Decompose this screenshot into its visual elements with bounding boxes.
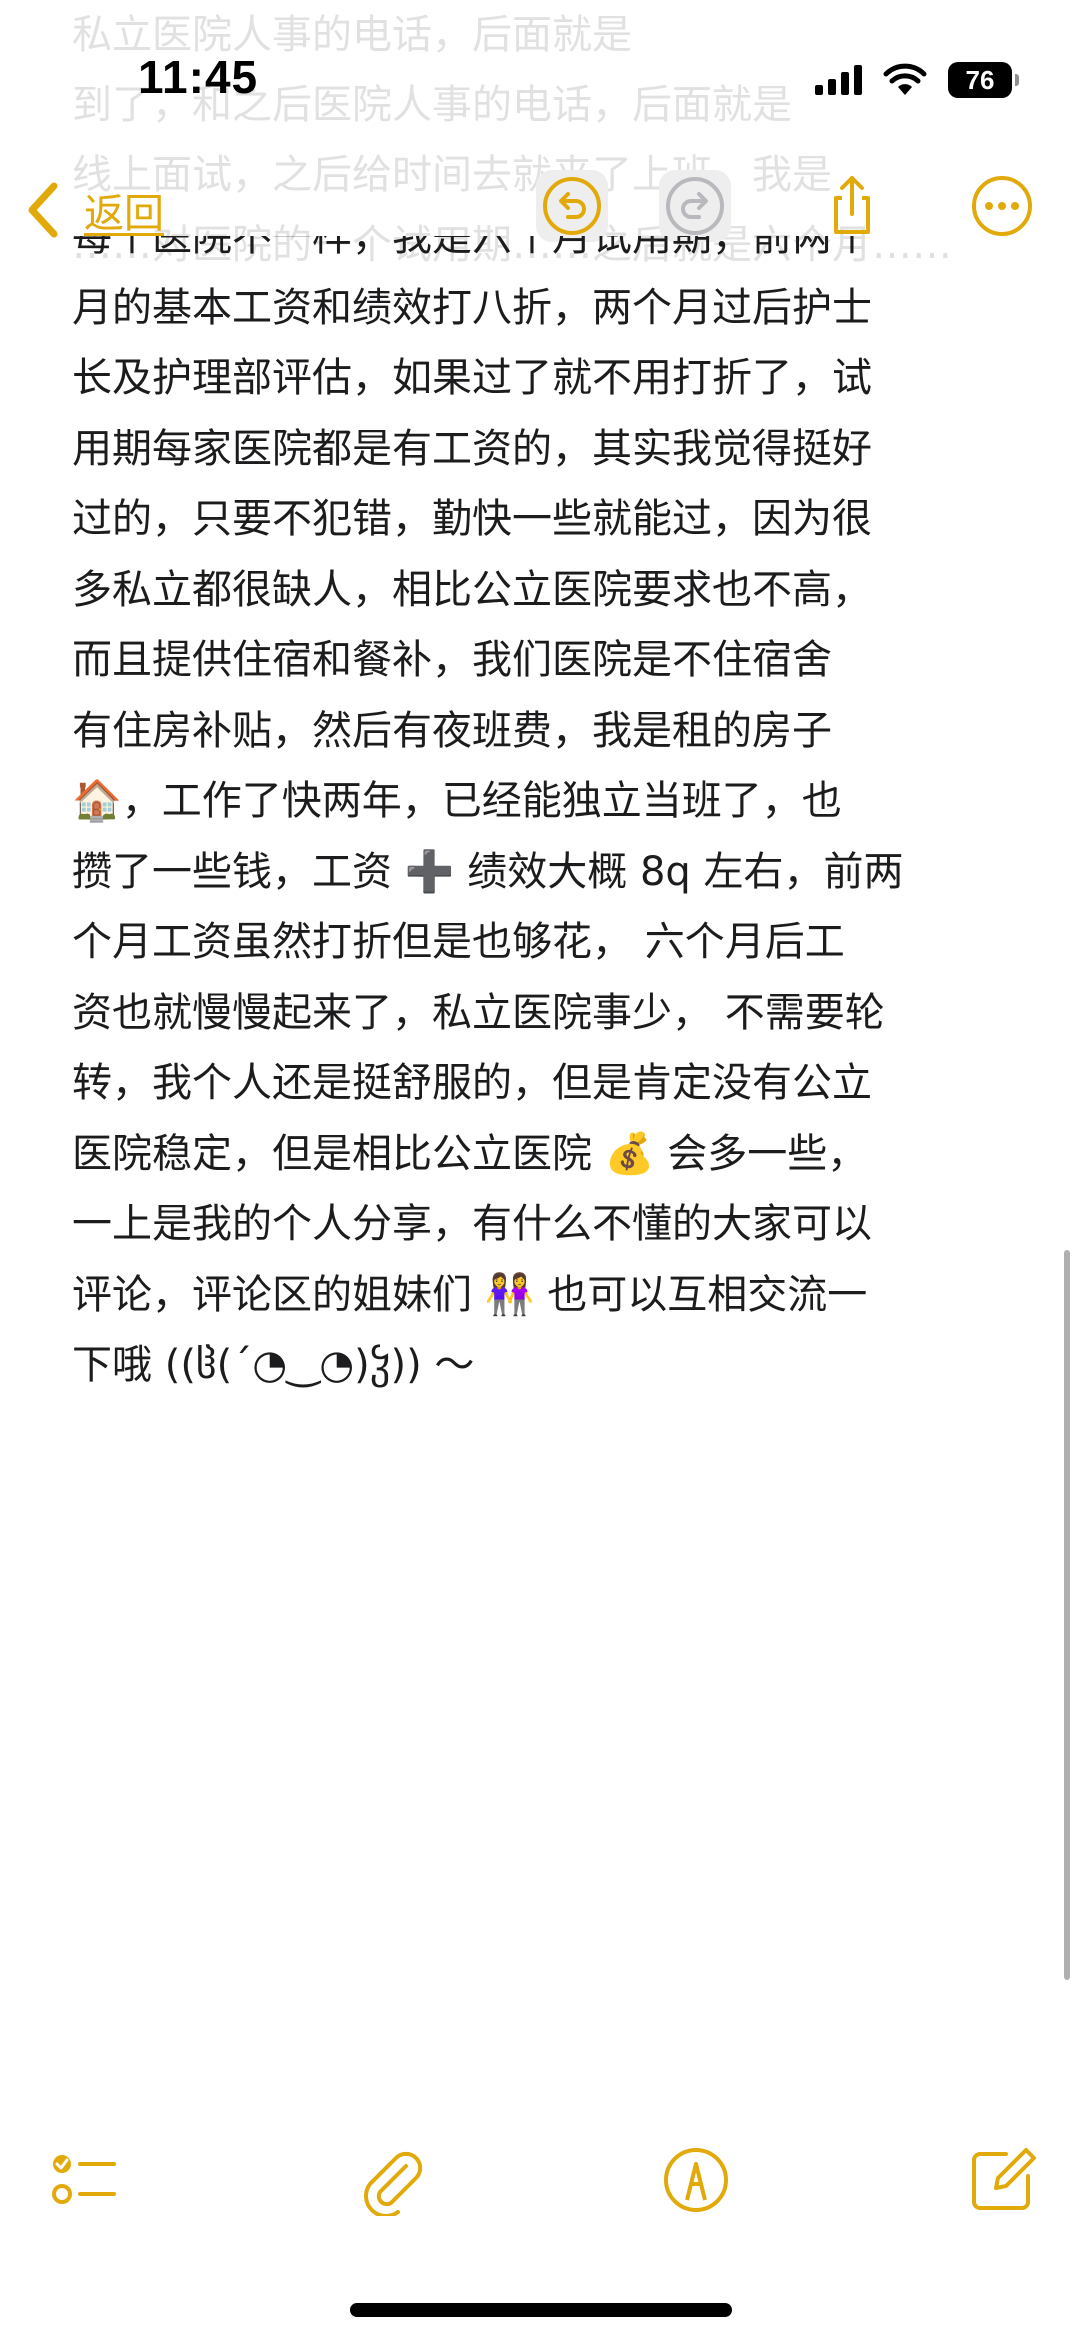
- more-button[interactable]: [966, 170, 1038, 242]
- share-button[interactable]: [816, 170, 888, 242]
- signal-icon: [815, 65, 862, 95]
- compose-icon: [972, 2148, 1036, 2210]
- note-line: 每个医院不一样，我是六个月试用期，前两个: [72, 236, 872, 260]
- note-line: 转，我个人还是挺舒服的，但是肯定没有公立: [72, 1060, 872, 1106]
- note-line: 有住房补贴，然后有夜班费，我是租的房子: [72, 707, 832, 754]
- battery-icon: 76: [948, 62, 1019, 98]
- note-line: 下哦 ((ჱ(´◔‿◔)ჴ)) ～: [72, 1342, 475, 1388]
- home-indicator[interactable]: [350, 2303, 732, 2317]
- note-line: 🏠，工作了快两年，已经能独立当班了，也: [72, 778, 842, 824]
- note-line: 攒了一些钱，工资 ➕ 绩效大概 8q 左右，前两: [72, 848, 904, 895]
- share-icon: [834, 176, 870, 234]
- note-line: 而且提供住宿和餐补，我们医院是不住宿舍: [72, 637, 832, 683]
- note-line: 过的，只要不犯错，勤快一些就能过，因为很: [72, 496, 872, 542]
- ellipsis-icon: [972, 176, 1032, 236]
- note-line: 医院稳定，但是相比公立医院 💰 会多一些，: [72, 1130, 868, 1177]
- compose-button[interactable]: [962, 2140, 1042, 2220]
- checklist-button[interactable]: [44, 2140, 124, 2220]
- markup-button[interactable]: [656, 2140, 736, 2220]
- note-line: 长及护理部评估，如果过了就不用打折了，试: [72, 355, 872, 401]
- note-line: 用期每家医院都是有工资的，其实我觉得挺好: [72, 425, 872, 472]
- bottom-toolbar: [0, 2140, 1080, 2240]
- note-line: 评论，评论区的姐妹们 👭 也可以互相交流一: [72, 1271, 868, 1318]
- undo-icon: [543, 177, 601, 235]
- status-icons: 76: [815, 60, 1019, 100]
- note-line: 个月工资虽然打折但是也够花， 六个月后工: [72, 919, 845, 965]
- back-label: 返回: [84, 191, 164, 237]
- note-line: 月的基本工资和绩效打八折，两个月过后护士: [72, 284, 872, 331]
- wifi-icon: [883, 63, 927, 95]
- chevron-left-icon: [28, 182, 58, 238]
- note-line: 多私立都很缺人，相比公立医院要求也不高，: [72, 566, 872, 613]
- status-bar: 11:45 76: [0, 0, 1080, 150]
- note-body[interactable]: 每个医院不一样，我是六个月试用期，前两个 月的基本工资和绩效打八折，两个月过后护…: [72, 236, 1022, 1436]
- checklist-icon: [52, 2155, 116, 2204]
- battery-level: 76: [965, 64, 995, 95]
- note-line: 一上是我的个人分享，有什么不懂的大家可以: [72, 1201, 872, 1247]
- undo-button[interactable]: [536, 170, 608, 242]
- redo-icon: [666, 177, 724, 235]
- status-time: 11:45: [138, 51, 259, 103]
- attach-button[interactable]: [352, 2140, 432, 2220]
- vertical-scrollbar[interactable]: [1064, 1250, 1070, 1980]
- markup-pen-icon: [664, 2148, 728, 2212]
- paperclip-icon: [364, 2151, 423, 2216]
- redo-button[interactable]: [659, 170, 731, 242]
- note-line: 资也就慢慢起来了，私立医院事少， 不需要轮: [72, 989, 885, 1036]
